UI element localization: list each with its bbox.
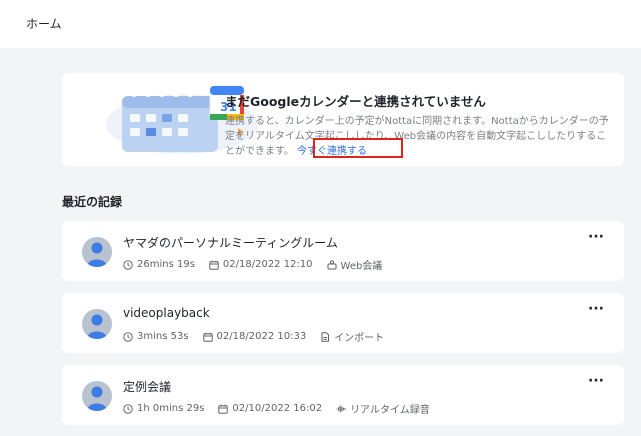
record-source: インポート: [334, 333, 385, 344]
record-title: ヤマダのパーソナルミーティングルーム: [123, 236, 338, 250]
avatar: [82, 381, 112, 411]
calendar-icon: [209, 260, 219, 270]
waveform-icon: [336, 404, 346, 413]
calendar-connect-banner: 31 まだGoogleカレンダーと連携されていません 連携すると、カレンダー上の…: [62, 73, 624, 166]
avatar: [82, 309, 112, 339]
more-options-icon[interactable]: ···: [588, 301, 604, 317]
calendar-icon: [218, 404, 229, 414]
more-options-icon[interactable]: ···: [588, 373, 604, 389]
clock-icon: [123, 259, 133, 270]
record-duration: 1h 0mins 29s: [137, 403, 205, 414]
page-title: ホーム: [26, 17, 62, 31]
avatar: [82, 237, 112, 267]
calendar-icon: [202, 332, 213, 342]
web-meeting-icon: [327, 259, 337, 269]
connect-now-link[interactable]: 今すぐ連携する: [297, 146, 367, 157]
more-options-icon[interactable]: ···: [588, 229, 604, 245]
import-icon: [321, 331, 330, 342]
clock-icon: [123, 403, 133, 414]
record-duration: 26mins 19s: [137, 259, 195, 270]
top-bar: ホーム: [0, 0, 641, 48]
banner-title: まだGoogleカレンダーと連携されていません: [225, 94, 486, 109]
record-date: 02/10/2022 16:02: [232, 403, 323, 414]
record-title: 定例会議: [123, 380, 172, 394]
record-card[interactable]: videoplayback 3mins 53s 02/18/2022 10:33…: [62, 293, 624, 353]
record-title: videoplayback: [123, 306, 210, 320]
record-meta: 1h 0mins 29s 02/10/2022 16:02 リアルタイム録音: [123, 401, 444, 416]
record-duration: 3mins 53s: [137, 331, 189, 342]
recent-records-title: 最近の記録: [62, 195, 123, 209]
clock-icon: [123, 331, 133, 342]
record-date: 02/18/2022 10:33: [216, 331, 307, 342]
record-meta: 26mins 19s 02/18/2022 12:10 Web会議: [123, 257, 396, 272]
record-card[interactable]: ヤマダのパーソナルミーティングルーム 26mins 19s 02/18/2022…: [62, 221, 624, 281]
record-meta: 3mins 53s 02/18/2022 10:33 インポート: [123, 329, 398, 344]
record-date: 02/18/2022 12:10: [222, 259, 313, 270]
record-card[interactable]: 定例会議 1h 0mins 29s 02/10/2022 16:02 リアルタイ…: [62, 365, 624, 425]
banner-description: 連携すると、カレンダー上の予定がNottaに同期されます。Nottaからカレンダ…: [225, 116, 609, 157]
record-source: リアルタイム録音: [350, 405, 430, 416]
record-source: Web会議: [340, 261, 383, 272]
